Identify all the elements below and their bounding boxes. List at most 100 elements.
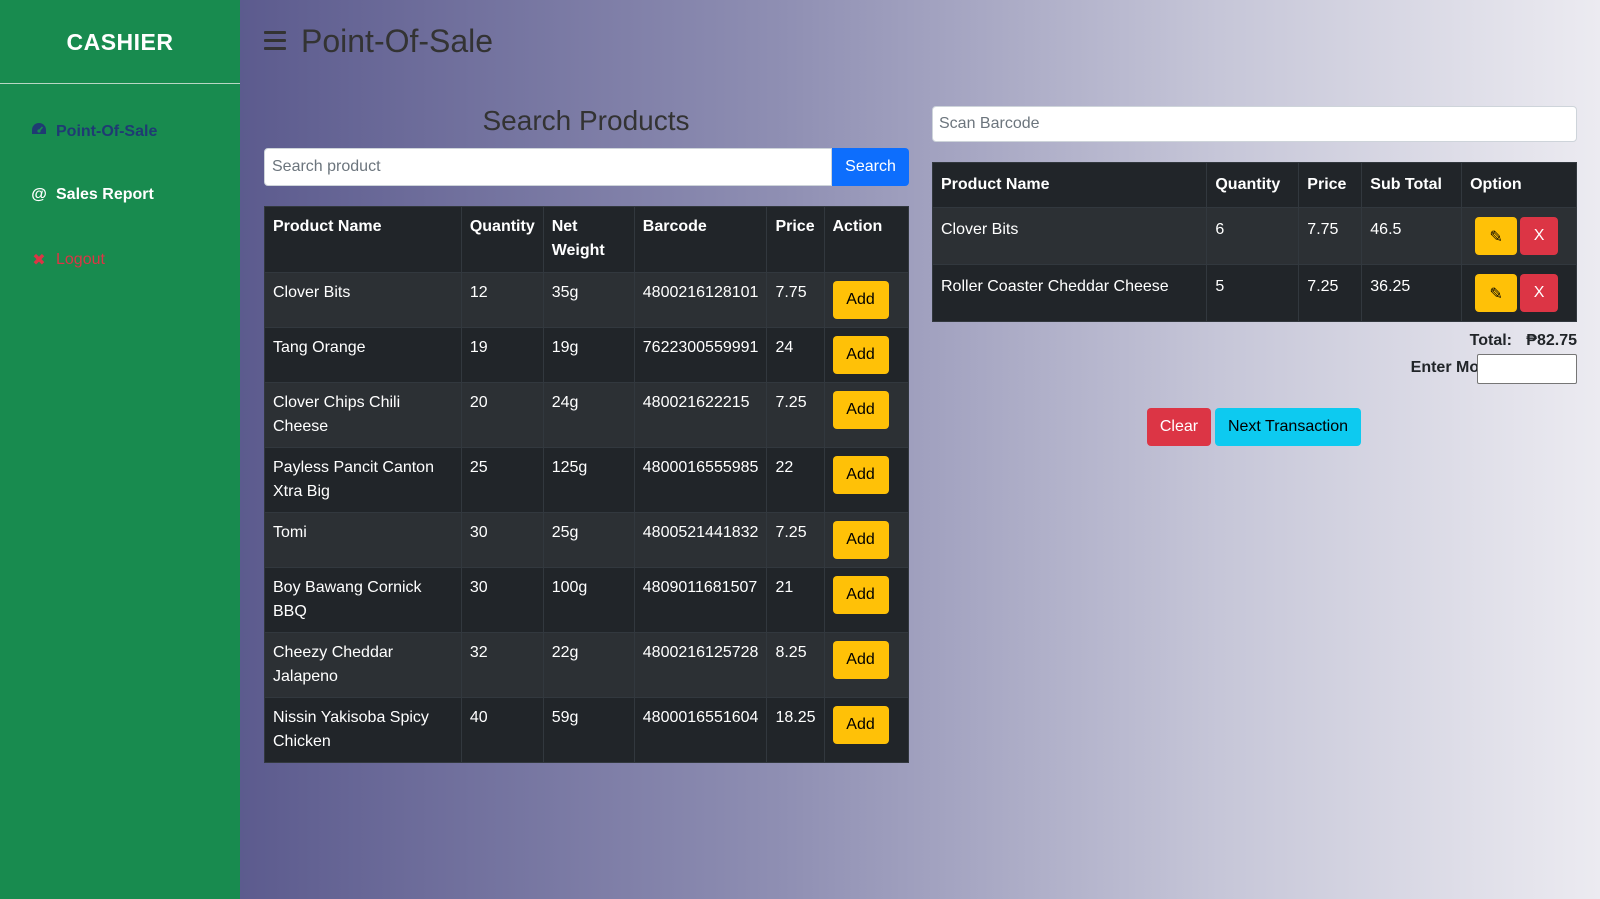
column-header: Price (766, 206, 825, 273)
action-cell: Add (823, 272, 909, 328)
action-cell: Add (823, 697, 909, 763)
action-cell: Add (823, 447, 909, 513)
total-value: ₱82.75 (1526, 332, 1577, 349)
option-cell: ✎ X (1461, 264, 1577, 322)
table-row: Payless Pancit Canton Xtra Big 25 125g 4… (264, 447, 909, 513)
hamburger-menu-icon[interactable] (264, 31, 286, 51)
product-quantity: 19 (460, 327, 544, 383)
product-barcode: 4800521441832 (633, 512, 768, 568)
dashboard-icon (30, 122, 48, 141)
action-cell: Add (823, 327, 909, 383)
cart-row: Roller Coaster Cheddar Cheese 5 7.25 36.… (931, 264, 1577, 322)
sidebar-item-logout[interactable]: ✖ Logout (30, 250, 105, 270)
sidebar-item-label: Sales Report (56, 186, 154, 203)
product-name: Payless Pancit Canton Xtra Big (264, 447, 462, 513)
cart-price: 7.75 (1298, 207, 1363, 265)
product-weight: 125g (542, 447, 635, 513)
option-cell: ✎ X (1461, 207, 1577, 265)
product-barcode: 4800016555985 (633, 447, 768, 513)
table-header-row: Product Name Quantity Net Weight Barcode… (264, 206, 909, 273)
product-quantity: 30 (460, 567, 544, 633)
cart-quantity: 6 (1206, 207, 1300, 265)
product-name: Clover Chips Chili Cheese (264, 382, 462, 448)
add-button[interactable]: Add (832, 641, 889, 679)
table-row: Tomi 30 25g 4800521441832 7.25 Add (264, 512, 909, 568)
cart-subtotal: 36.25 (1361, 264, 1463, 322)
cart-quantity: 5 (1206, 264, 1300, 322)
product-barcode: 4800216128101 (633, 272, 768, 328)
column-header: Quantity (1206, 162, 1300, 208)
add-button[interactable]: Add (832, 391, 889, 429)
sidebar: CASHIER Point-Of-Sale @ Sales Report ✖ L… (0, 0, 240, 899)
product-barcode: 7622300559991 (633, 327, 768, 383)
cart-product-name: Clover Bits (931, 207, 1208, 265)
product-name: Cheezy Cheddar Jalapeno (264, 632, 462, 698)
edit-button[interactable]: ✎ (1475, 274, 1518, 312)
product-price: 7.25 (766, 382, 825, 448)
product-quantity: 30 (460, 512, 544, 568)
product-name: Tomi (264, 512, 462, 568)
table-row: Nissin Yakisoba Spicy Chicken 40 59g 480… (264, 697, 909, 763)
scan-barcode-input[interactable] (932, 106, 1577, 142)
add-button[interactable]: Add (832, 521, 889, 559)
edit-button[interactable]: ✎ (1475, 217, 1518, 255)
search-heading: Search Products (482, 105, 690, 136)
product-weight: 19g (542, 327, 635, 383)
clear-button[interactable]: Clear (1147, 408, 1211, 446)
total-label: Total: (1469, 332, 1512, 349)
product-quantity: 25 (460, 447, 544, 513)
action-cell: Add (823, 632, 909, 698)
product-price: 24 (766, 327, 825, 383)
product-price: 21 (766, 567, 825, 633)
column-header: Action (823, 206, 909, 273)
product-weight: 25g (542, 512, 635, 568)
cart-product-name: Roller Coaster Cheddar Cheese (931, 264, 1208, 322)
product-barcode: 4800016551604 (633, 697, 768, 763)
next-transaction-button[interactable]: Next Transaction (1215, 408, 1361, 446)
product-price: 7.25 (766, 512, 825, 568)
column-header: Product Name (264, 206, 462, 273)
column-header: Barcode (633, 206, 768, 273)
add-button[interactable]: Add (832, 336, 889, 374)
product-name: Clover Bits (264, 272, 462, 328)
column-header: Product Name (931, 162, 1208, 208)
product-price: 18.25 (766, 697, 825, 763)
add-button[interactable]: Add (832, 706, 889, 744)
product-barcode: 4800216125728 (633, 632, 768, 698)
search-button[interactable]: Search (832, 148, 909, 186)
add-button[interactable]: Add (832, 456, 889, 494)
delete-button[interactable]: X (1520, 274, 1559, 312)
search-input[interactable] (264, 148, 832, 186)
product-weight: 24g (542, 382, 635, 448)
cart-table: Product Name Quantity Price Sub Total Op… (931, 162, 1577, 322)
column-header: Quantity (460, 206, 544, 273)
action-cell: Add (823, 567, 909, 633)
products-table: Product Name Quantity Net Weight Barcode… (264, 206, 909, 763)
sidebar-item-sales-report[interactable]: @ Sales Report (30, 186, 154, 204)
column-header: Net Weight (542, 206, 635, 273)
add-button[interactable]: Add (832, 281, 889, 319)
column-header: Sub Total (1361, 162, 1463, 208)
table-row: Boy Bawang Cornick BBQ 30 100g 480901168… (264, 567, 909, 633)
page-title: Point-Of-Sale (301, 23, 494, 59)
action-cell: Add (823, 512, 909, 568)
action-cell: Add (823, 382, 909, 448)
product-price: 8.25 (766, 632, 825, 698)
enter-money-input[interactable] (1477, 354, 1577, 384)
pencil-icon: ✎ (1489, 283, 1503, 303)
product-barcode: 480021622215 (633, 382, 768, 448)
product-quantity: 40 (460, 697, 544, 763)
product-name: Nissin Yakisoba Spicy Chicken (264, 697, 462, 763)
column-header: Price (1298, 162, 1363, 208)
delete-button[interactable]: X (1520, 217, 1559, 255)
product-name: Tang Orange (264, 327, 462, 383)
sidebar-item-point-of-sale[interactable]: Point-Of-Sale (30, 122, 157, 141)
product-weight: 59g (542, 697, 635, 763)
product-quantity: 20 (460, 382, 544, 448)
main-content: Point-Of-Sale Search Products Search Pro… (240, 0, 1600, 899)
pencil-icon: ✎ (1489, 226, 1503, 246)
add-button[interactable]: Add (832, 576, 889, 614)
cart-subtotal: 46.5 (1361, 207, 1463, 265)
product-weight: 100g (542, 567, 635, 633)
product-price: 7.75 (766, 272, 825, 328)
